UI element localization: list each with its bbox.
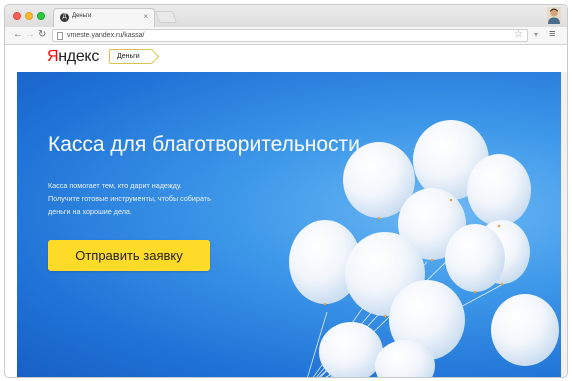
hero-description-line: Касса помогает тем, кто дарит надежду. — [48, 181, 182, 190]
submit-application-button[interactable]: Отправить заявку — [48, 240, 210, 271]
back-arrow-icon[interactable]: ← — [13, 29, 23, 41]
hero-banner: Касса для благотворительности Касса помо… — [17, 72, 565, 377]
close-icon[interactable]: × — [143, 12, 148, 21]
new-tab-button[interactable] — [154, 11, 178, 23]
service-badge[interactable]: Деньги — [109, 49, 152, 64]
hamburger-menu-icon[interactable]: ≡ — [549, 28, 555, 40]
reload-icon[interactable]: ↻ — [38, 29, 46, 41]
logo-rest: ндекс — [58, 48, 100, 65]
zoom-window-button[interactable] — [37, 12, 45, 20]
browser-window: Д Деньги × ← → ↻ vmeste.yandex.ru/kassa/… — [4, 4, 568, 378]
hero-description-line: Получите готовые инструменты, чтобы соби… — [48, 194, 211, 203]
tab-strip: Д Деньги × — [5, 5, 567, 27]
minimize-window-button[interactable] — [25, 12, 33, 20]
user-avatar-icon[interactable] — [547, 7, 561, 24]
star-icon[interactable]: ☆ — [514, 29, 523, 40]
site-header: Яндекс Деньги — [5, 45, 567, 72]
browser-tab[interactable]: Д Деньги × — [53, 8, 155, 27]
hero-title: Касса для благотворительности — [48, 133, 360, 156]
page-icon — [57, 32, 63, 40]
scrollbar[interactable] — [561, 72, 567, 377]
forward-arrow-icon[interactable]: → — [25, 29, 35, 41]
browser-toolbar: ← → ↻ vmeste.yandex.ru/kassa/ ☆ ▾ ≡ — [5, 27, 567, 45]
url-text: vmeste.yandex.ru/kassa/ — [67, 32, 145, 39]
extension-icon[interactable]: ▾ — [534, 30, 538, 39]
yandex-logo[interactable]: Яндекс — [47, 48, 99, 66]
tab-title: Деньги — [72, 13, 92, 19]
close-window-button[interactable] — [13, 12, 21, 20]
logo-first-letter: Я — [47, 48, 59, 65]
address-bar[interactable]: vmeste.yandex.ru/kassa/ ☆ — [52, 29, 528, 42]
hero-description-line: деньги на хорошие дела. — [48, 207, 132, 216]
hero-description: Касса помогает тем, кто дарит надежду. П… — [48, 179, 258, 218]
tab-favicon-icon: Д — [60, 13, 69, 22]
